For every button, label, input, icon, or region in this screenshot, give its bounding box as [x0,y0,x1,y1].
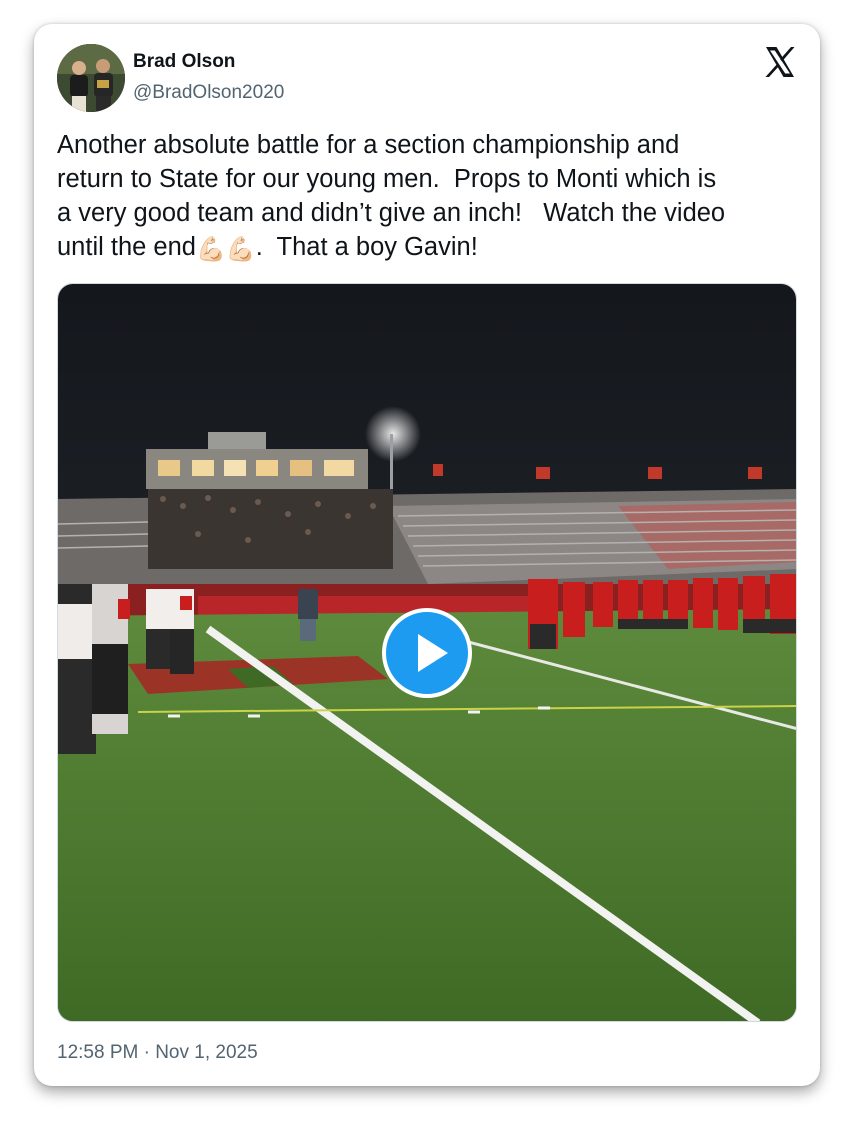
tweet-text: Another absolute battle for a section ch… [57,128,807,264]
tweet-text-line: return to State for our young men. Props… [57,165,717,193]
tweet-card: Brad Olson @BradOlson2020 Another absolu… [34,24,820,1086]
tweet-text-line: Another absolute battle for a section ch… [57,131,680,159]
tweet-text-line: until the end [57,233,196,261]
x-logo-icon[interactable] [762,44,798,80]
tweet-header: Brad Olson @BradOlson2020 [57,44,800,112]
tweet-text-line: . That a boy Gavin! [255,233,478,261]
play-icon [418,634,448,672]
tweet-text-line: a very good team and didn’t give an inch… [57,199,726,227]
author-handle[interactable]: @BradOlson2020 [133,82,284,104]
play-button[interactable] [382,608,472,698]
author-name[interactable]: Brad Olson [133,51,235,73]
avatar[interactable] [57,44,125,112]
tweet-timestamp[interactable]: 12:58 PM · Nov 1, 2025 [57,1042,258,1064]
flexed-biceps-emoji: 💪🏻💪🏻 [195,236,256,263]
video-media[interactable] [57,283,797,1022]
avatar-image [57,44,125,112]
